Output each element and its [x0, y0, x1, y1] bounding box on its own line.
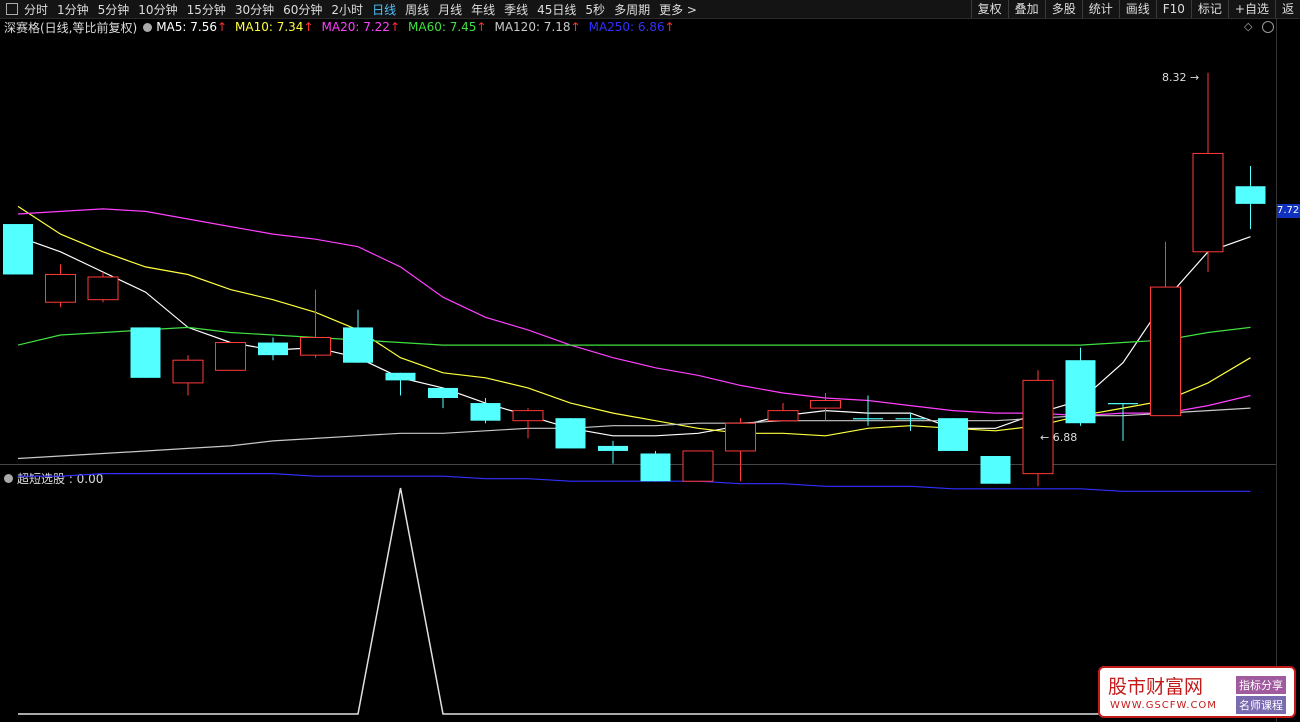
- watermark-tag-share: 指标分享: [1236, 676, 1286, 694]
- kline-chart[interactable]: 8.32 → ← 6.88: [0, 0, 1276, 722]
- candle-body-up: [300, 337, 331, 356]
- candle-body-down: [938, 418, 968, 451]
- watermark-url: WWW.GSCFW.COM: [1110, 700, 1217, 711]
- indicator-line: [18, 487, 1251, 715]
- ma-line-ma60: [17, 326, 1251, 346]
- candle-body-down: [343, 327, 373, 363]
- candle-body-up: [45, 273, 76, 303]
- watermark-logo: 股市财富网 WWW.GSCFW.COM 指标分享 名师课程: [1098, 666, 1296, 718]
- high-price-label: 8.32 →: [1162, 71, 1199, 84]
- candle-body-up: [810, 400, 841, 409]
- candle-body-up: [172, 359, 204, 384]
- candle-body-down: [640, 453, 671, 482]
- candle-body-up: [1150, 286, 1181, 417]
- watermark-name: 股市财富网: [1108, 676, 1204, 698]
- candle-body-down: [1065, 360, 1096, 424]
- candle-body-down: [598, 445, 628, 451]
- watermark-tag-course: 名师课程: [1236, 696, 1286, 714]
- price-axis: [1276, 18, 1300, 722]
- last-price-tag: 7.72: [1277, 204, 1300, 218]
- candle-body-up: [215, 342, 246, 371]
- candle-body-down: [3, 224, 33, 275]
- candle-body-down: [385, 372, 416, 381]
- candle-body-down: [258, 342, 288, 356]
- candle-body-up: [725, 422, 756, 452]
- candle-body-up: [682, 450, 714, 482]
- tool-button[interactable]: 返: [1274, 0, 1300, 18]
- candle-body-down: [853, 418, 883, 420]
- candle-body-up: [87, 276, 119, 301]
- ma-line-ma250: [18, 473, 1251, 492]
- candle-body-down: [980, 456, 1011, 484]
- candle-body-down: [1235, 186, 1266, 204]
- candle-body-down: [470, 403, 501, 421]
- candle-body-down: [130, 327, 161, 378]
- candle-body-up: [1022, 379, 1054, 475]
- low-price-label: ← 6.88: [1040, 431, 1077, 444]
- candle-body-up: [1192, 152, 1224, 253]
- candle-body-up: [767, 410, 799, 422]
- candle-body-down: [1108, 403, 1138, 405]
- candle-body-down: [555, 418, 586, 449]
- candle-body-up: [512, 410, 544, 422]
- candle-body-down: [895, 418, 926, 420]
- candle-body-down: [428, 387, 458, 399]
